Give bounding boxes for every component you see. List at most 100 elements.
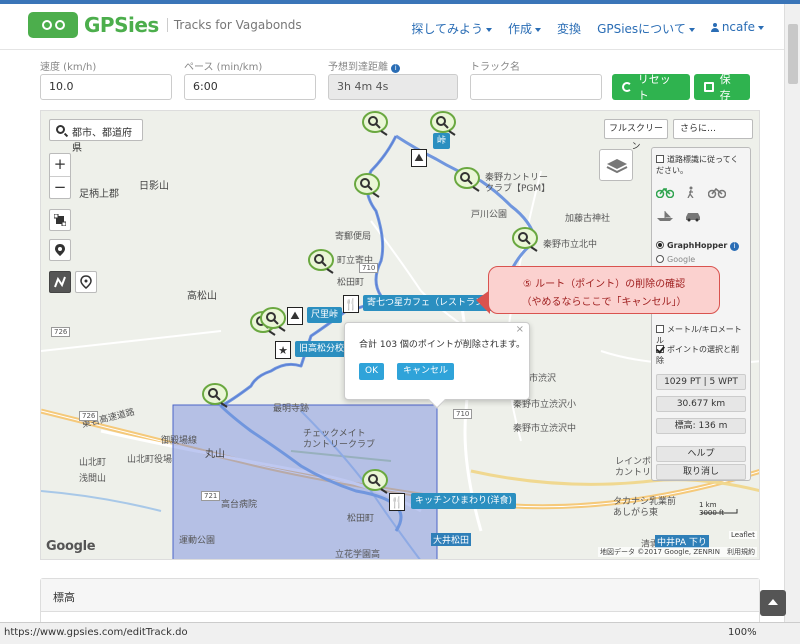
radio[interactable] <box>656 255 664 263</box>
add-marker-button[interactable] <box>49 239 71 261</box>
nav-convert[interactable]: 変換 <box>557 20 581 37</box>
delete-confirm-dialog: × 合計 103 個のポイントが削除されます。 OK キャンセル <box>344 322 530 409</box>
pass-icon[interactable]: ⛰ <box>411 149 427 167</box>
map-label: チェックメイト カントリークラブ <box>303 429 376 450</box>
graphhopper-option[interactable]: GraphHopper i <box>656 240 746 251</box>
zoom-level[interactable]: 100% <box>728 627 757 638</box>
map-label: タカナシ乳業前 あしがら東 <box>613 497 677 518</box>
track-name-field-group: トラック名 <box>470 58 602 100</box>
page-scrollbar[interactable] <box>784 4 800 622</box>
route-point-icon[interactable] <box>353 173 381 199</box>
follow-road-option[interactable]: 道路標識に従ってください。 <box>656 154 746 176</box>
back-to-top-button[interactable] <box>760 590 786 616</box>
logo[interactable]: GPSies Tracks for Vagabonds <box>28 12 302 38</box>
map-label: 加藤古神社 <box>565 214 611 224</box>
route-point-icon[interactable] <box>201 383 229 409</box>
checkbox[interactable] <box>656 345 664 353</box>
routing-panel: 道路標識に従ってください。 GraphHopper i Google メートル/… <box>651 147 751 481</box>
scroll-thumb[interactable] <box>788 24 798 84</box>
nav-create[interactable]: 作成 <box>508 20 542 37</box>
callout-line-2: （やめるならここで「キャンセル」） <box>521 297 687 308</box>
poi-label[interactable]: 旧高松分校 <box>295 341 349 357</box>
waypoint-button[interactable] <box>75 271 97 293</box>
route-point-icon[interactable] <box>361 469 389 495</box>
undo-button[interactable]: 取り消し <box>656 464 746 480</box>
leaflet-link[interactable]: Leaflet <box>729 531 757 539</box>
map-label: 秦野カントリー クラブ【PGM】 <box>485 173 551 194</box>
eta-output: 3h 4m 4s <box>328 74 458 100</box>
checkbox[interactable] <box>656 155 664 163</box>
restaurant-icon[interactable]: 🍴 <box>389 493 405 511</box>
help-button[interactable]: ヘルプ <box>656 446 746 462</box>
map-label: 大井松田 <box>431 533 472 546</box>
bicycle-icon[interactable] <box>656 186 674 198</box>
nav-explore[interactable]: 探してみよう <box>411 20 493 37</box>
pace-label: ペース (min/km) <box>184 62 263 73</box>
map-label: 山北町役場 <box>127 455 173 465</box>
track-name-input[interactable] <box>470 74 602 100</box>
route-point-icon[interactable] <box>361 111 389 137</box>
route-point-icon[interactable] <box>453 167 481 193</box>
map-search-input[interactable]: 都市、都道府県 <box>49 119 143 154</box>
annotation-callout: ⑤ ルート（ポイント）の削除の確認 （やめるならここで「キャンセル」） <box>488 266 720 314</box>
poi-label[interactable]: キッチンひまわり(洋食) <box>411 493 517 509</box>
poi-label[interactable]: 峠 <box>433 133 451 149</box>
search-icon <box>56 125 65 134</box>
map-label: 秦野市立北中 <box>543 240 598 250</box>
mountain-bike-icon[interactable] <box>708 186 726 198</box>
more-dropdown[interactable]: さらに… <box>673 119 753 139</box>
info-icon[interactable]: i <box>729 242 739 251</box>
track-elevation: 標高: 136 m <box>656 418 746 434</box>
save-button[interactable]: 保存 <box>694 73 750 102</box>
pace-field-group: ペース (min/km) 6:00 <box>184 58 316 100</box>
draw-route-button[interactable] <box>49 271 71 293</box>
info-icon[interactable]: i <box>391 64 401 73</box>
pace-input[interactable]: 6:00 <box>184 74 316 100</box>
status-url: https://www.gpsies.com/editTrack.do <box>4 627 188 638</box>
route-shield: 726 <box>51 327 71 337</box>
map-label: 高松山 <box>187 291 217 302</box>
restaurant-icon[interactable]: 🍴 <box>343 295 359 313</box>
map-attribution[interactable]: 地図データ ©2017 Google, ZENRIN 利用規約 <box>597 547 757 557</box>
points-count: 1029 PT | 5 WPT <box>656 374 746 390</box>
nav-about[interactable]: GPSiesについて <box>597 20 695 37</box>
select-delete-option[interactable]: ポイントの選択と削除 <box>656 344 746 366</box>
units-option[interactable]: メートル/キロメートル <box>656 324 746 346</box>
callout-line-1: ⑤ ルート（ポイント）の削除の確認 <box>522 279 686 290</box>
speed-input[interactable]: 10.0 <box>40 74 172 100</box>
select-area-button[interactable] <box>49 209 71 231</box>
zoom-control: + − <box>49 153 71 199</box>
route-point-icon[interactable] <box>307 249 335 275</box>
route-point-icon[interactable] <box>511 227 539 253</box>
nav-user[interactable]: ncafe <box>710 20 764 37</box>
car-icon[interactable] <box>684 210 702 222</box>
route-point-icon[interactable] <box>259 307 287 333</box>
layers-button[interactable] <box>599 149 633 181</box>
save-icon <box>704 82 714 92</box>
ok-button[interactable]: OK <box>359 363 384 380</box>
map-scale: 1 km 3000 ft <box>699 501 725 517</box>
google-option[interactable]: Google <box>656 254 746 265</box>
cancel-button[interactable]: キャンセル <box>397 363 455 380</box>
walk-icon[interactable] <box>684 186 698 198</box>
map-label: 最明寺跡 <box>273 404 310 414</box>
fullscreen-button[interactable]: フルスクリーン <box>604 119 668 152</box>
reset-button[interactable]: リセット <box>612 73 690 102</box>
route-shield: 721 <box>201 491 221 501</box>
map[interactable]: 足柄上郡 日影山 高松山 寄郵便局 町立寄中 松田町 最明寺跡 チェックメイト … <box>40 110 760 560</box>
map-label: 松田町 <box>347 514 375 524</box>
zoom-out-button[interactable]: − <box>50 176 70 198</box>
pass-icon[interactable]: ⛰ <box>287 307 303 325</box>
checkbox[interactable] <box>656 325 664 333</box>
poi-label[interactable]: 尺里峠 <box>307 307 343 323</box>
boat-icon[interactable] <box>656 210 674 222</box>
transport-mode-row-2 <box>656 210 746 222</box>
main-nav: 探してみよう 作成 変換 GPSiesについて ncafe <box>411 20 764 37</box>
radio[interactable] <box>656 241 664 249</box>
zoom-in-button[interactable]: + <box>50 154 70 176</box>
close-icon[interactable]: × <box>516 324 524 335</box>
bike-logo-icon <box>28 12 78 38</box>
status-bar: https://www.gpsies.com/editTrack.do 100% <box>0 622 800 644</box>
google-logo: Google <box>46 539 96 554</box>
star-icon[interactable]: ★ <box>275 341 291 359</box>
